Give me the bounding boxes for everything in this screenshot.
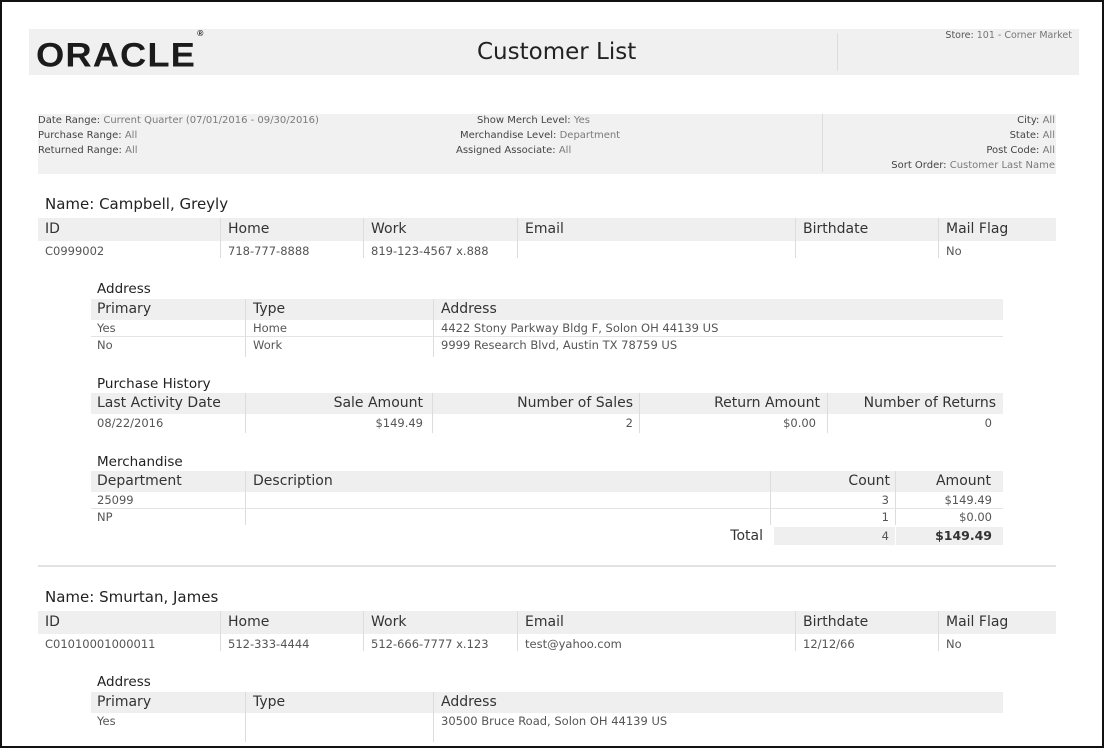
customer-table: ID Home Work Email Birthdate Mail Flag C… bbox=[38, 611, 1056, 655]
total-count: 4 bbox=[881, 529, 889, 543]
total-label: Total bbox=[730, 528, 763, 544]
customer-table: ID Home Work Email Birthdate Mail Flag C… bbox=[38, 218, 1056, 262]
oracle-logo: ORACLE® bbox=[36, 29, 204, 75]
purchase-history-title: Purchase History bbox=[97, 376, 211, 392]
store-info: Store: 101 - Corner Market bbox=[945, 30, 1072, 41]
report-filters: Date Range: Current Quarter (07/01/2016 … bbox=[38, 114, 1056, 174]
filter-show-merch: Show Merch Level: Yes bbox=[477, 115, 590, 126]
purchase-history-table: Last Activity Date Sale Amount Number of… bbox=[91, 393, 1003, 433]
filter-city: City: All bbox=[1017, 115, 1055, 126]
address-table: Primary Type Address Yes Home 4422 Stony… bbox=[91, 299, 1003, 357]
report-page: ORACLE® Customer List Store: 101 - Corne… bbox=[0, 0, 1104, 748]
col-id: ID bbox=[45, 221, 60, 237]
merchandise-table: Department Description Count Amount 2509… bbox=[91, 471, 1003, 547]
col-email: Email bbox=[525, 221, 564, 237]
col-home: Home bbox=[228, 221, 270, 237]
address-section-title: Address bbox=[97, 674, 151, 690]
page-title: Customer List bbox=[477, 39, 637, 65]
address-section-title: Address bbox=[97, 281, 151, 297]
filter-date-range: Date Range: Current Quarter (07/01/2016 … bbox=[38, 115, 319, 126]
col-birthdate: Birthdate bbox=[803, 221, 869, 237]
report-header: ORACLE® Customer List Store: 101 - Corne… bbox=[29, 29, 1079, 75]
filter-sort-order: Sort Order: Customer Last Name bbox=[891, 160, 1055, 171]
filter-assigned-associate: Assigned Associate: All bbox=[456, 145, 572, 156]
filter-merch-level: Merchandise Level: Department bbox=[460, 130, 621, 141]
col-mail-flag: Mail Flag bbox=[946, 221, 1009, 237]
filter-state: State: All bbox=[1009, 130, 1055, 141]
customer-name: Name: Campbell, Greyly bbox=[45, 195, 229, 213]
customer-name: Name: Smurtan, James bbox=[45, 588, 219, 606]
address-table: Primary Type Address Yes 30500 Bruce Roa… bbox=[91, 692, 1003, 742]
filter-post-code: Post Code: All bbox=[986, 145, 1055, 156]
filter-purchase-range: Purchase Range: All bbox=[38, 130, 138, 141]
filter-returned-range: Returned Range: All bbox=[38, 145, 138, 156]
col-work: Work bbox=[371, 221, 407, 237]
merchandise-title: Merchandise bbox=[97, 454, 183, 470]
section-divider bbox=[38, 565, 1056, 567]
total-amount: $149.49 bbox=[935, 528, 992, 543]
